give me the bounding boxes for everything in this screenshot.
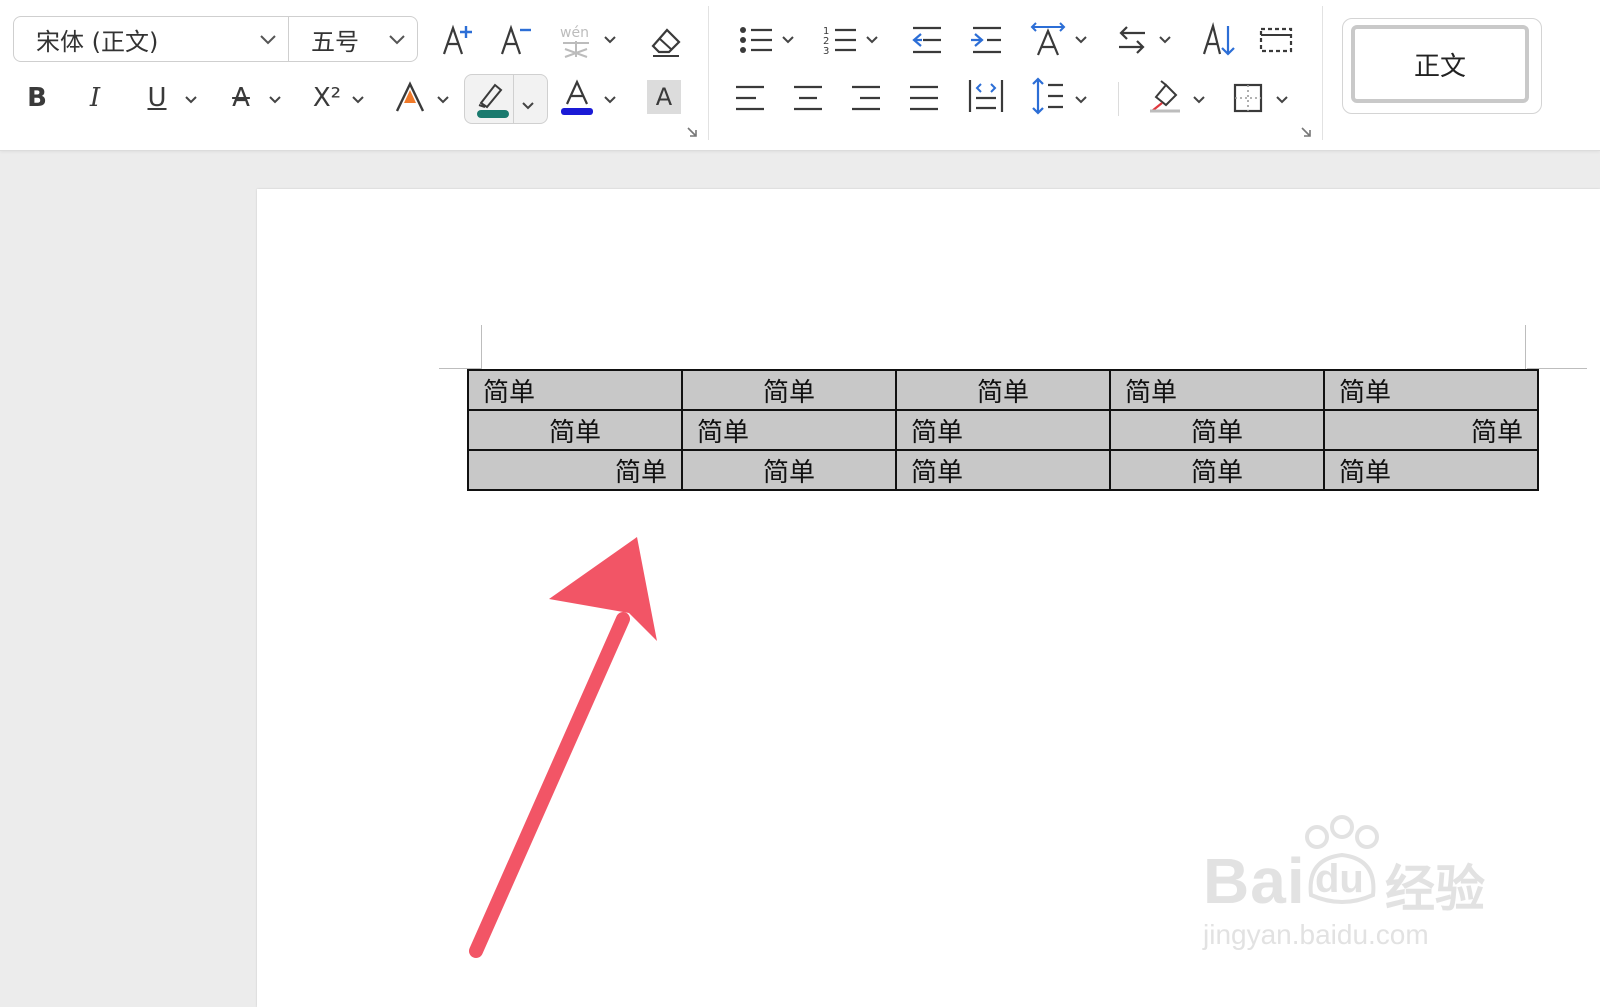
strikethrough-button[interactable]: A xyxy=(224,78,258,118)
ribbon-toolbar: 宋体 (正文) 五号 wén B I U A X² A 1 2 3 正文 xyxy=(0,0,1600,151)
align-left-icon[interactable] xyxy=(730,78,770,118)
split-divider xyxy=(513,75,514,123)
grow-font-icon[interactable] xyxy=(438,20,478,60)
sort-icon[interactable] xyxy=(1198,20,1238,60)
chevron-down-icon[interactable] xyxy=(352,93,364,107)
font-color-icon[interactable] xyxy=(558,78,596,118)
show-marks-icon[interactable] xyxy=(1256,20,1296,60)
increase-indent-icon[interactable] xyxy=(966,20,1006,60)
numbered-list-icon[interactable]: 123 xyxy=(820,20,860,60)
bold-button[interactable]: B xyxy=(20,78,54,118)
chevron-down-icon[interactable] xyxy=(522,95,534,114)
chevron-down-icon[interactable] xyxy=(782,33,794,47)
style-normal-label: 正文 xyxy=(1413,51,1466,82)
group-separator xyxy=(1118,82,1119,116)
character-shading-button[interactable]: A xyxy=(647,80,681,114)
chevron-down-icon[interactable] xyxy=(866,33,878,47)
paragraph-shading-icon[interactable] xyxy=(1144,76,1186,116)
group-separator xyxy=(1322,6,1323,140)
text-effects-icon[interactable] xyxy=(392,78,428,118)
chevron-down-icon[interactable] xyxy=(1075,93,1087,107)
svg-text:3: 3 xyxy=(823,46,829,57)
watermark-brand: Bai xyxy=(1203,845,1306,917)
justify-icon[interactable] xyxy=(904,78,944,118)
font-size-combo[interactable]: 五号 xyxy=(288,16,418,62)
styles-gallery[interactable]: 正文 xyxy=(1342,18,1542,114)
shrink-font-icon[interactable] xyxy=(496,20,536,60)
bullet-list-icon[interactable] xyxy=(736,20,776,60)
rtl-ltr-toggle-icon[interactable] xyxy=(1112,20,1152,60)
watermark-url: jingyan.baidu.com xyxy=(1203,919,1429,950)
distribute-icon[interactable] xyxy=(964,76,1008,116)
highlight-button-group[interactable] xyxy=(464,74,548,124)
text-direction-icon[interactable] xyxy=(1026,18,1070,58)
align-right-icon[interactable] xyxy=(846,78,886,118)
watermark-paw-text: du xyxy=(1315,857,1364,901)
font-dialog-launcher-icon[interactable] xyxy=(686,126,698,142)
italic-button[interactable]: I xyxy=(78,78,112,118)
paragraph-dialog-launcher-icon[interactable] xyxy=(1300,126,1312,142)
font-size-value: 五号 xyxy=(311,27,359,56)
chevron-down-icon[interactable] xyxy=(437,93,449,107)
document-page[interactable]: 简单 简单 简单 简单 简单 简单 简单 简单 简单 简单 简单 简单 简单 简单 简单 Bai du 经验… xyxy=(257,189,1600,1007)
chevron-down-icon xyxy=(377,27,417,51)
phonetic-guide-icon[interactable]: wén xyxy=(556,20,596,60)
style-normal-item[interactable]: 正文 xyxy=(1351,25,1529,103)
font-name-combo[interactable]: 宋体 (正文) xyxy=(13,16,289,62)
chevron-down-icon[interactable] xyxy=(185,93,197,107)
group-separator xyxy=(708,6,709,140)
svg-text:wén: wén xyxy=(560,25,589,41)
chevron-down-icon[interactable] xyxy=(604,33,616,47)
underline-button[interactable]: U xyxy=(140,78,174,118)
clear-format-eraser-icon[interactable] xyxy=(644,20,686,60)
chevron-down-icon[interactable] xyxy=(1075,33,1087,47)
decrease-indent-icon[interactable] xyxy=(906,20,946,60)
font-name-value: 宋体 (正文) xyxy=(36,27,159,56)
chevron-down-icon[interactable] xyxy=(1159,33,1171,47)
chevron-down-icon[interactable] xyxy=(269,93,281,107)
borders-icon[interactable] xyxy=(1230,78,1266,118)
watermark-brand-suffix: 经验 xyxy=(1385,861,1485,917)
line-spacing-icon[interactable] xyxy=(1028,76,1068,116)
superscript-button[interactable]: X² xyxy=(306,78,348,118)
chevron-down-icon[interactable] xyxy=(1276,93,1288,107)
chevron-down-icon[interactable] xyxy=(1193,93,1205,107)
chevron-down-icon[interactable] xyxy=(604,93,616,107)
highlighter-pen-icon xyxy=(473,79,513,123)
chevron-down-icon xyxy=(248,27,288,51)
align-center-icon[interactable] xyxy=(788,78,828,118)
